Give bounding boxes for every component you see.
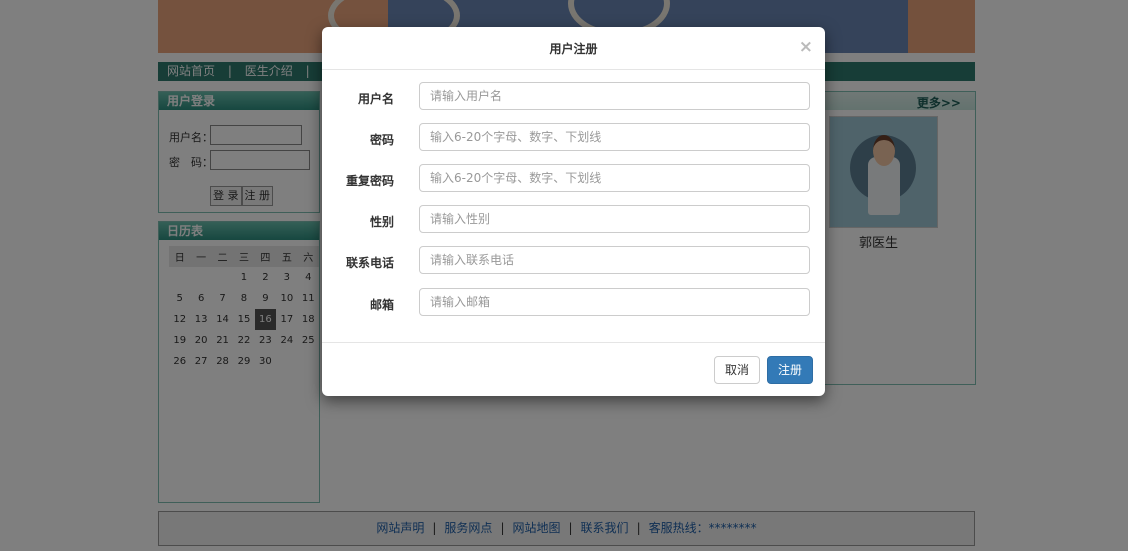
form-row-username: 用户名 [322, 82, 825, 112]
form-row-gender: 性别 [322, 205, 825, 235]
close-icon[interactable]: × [799, 37, 813, 57]
form-row-password: 密码 [322, 123, 825, 153]
form-row-email: 邮箱 [322, 288, 825, 318]
register-modal: 用户注册 × 用户名 密码 重复密码 性别 联系电话 邮箱 取消 注册 [322, 27, 825, 396]
modal-title: 用户注册 [549, 42, 598, 56]
confirm-password-field-label: 重复密码 [345, 174, 394, 188]
gender-field[interactable] [419, 205, 810, 233]
gender-field-label: 性别 [369, 215, 394, 229]
email-field[interactable] [419, 288, 810, 316]
cancel-button[interactable]: 取消 [714, 356, 760, 384]
username-field[interactable] [419, 82, 810, 110]
submit-register-button[interactable]: 注册 [767, 356, 813, 384]
form-row-confirm-password: 重复密码 [322, 164, 825, 194]
password-field[interactable] [419, 123, 810, 151]
phone-field-label: 联系电话 [345, 256, 394, 270]
username-field-label: 用户名 [357, 92, 394, 106]
form-row-phone: 联系电话 [322, 246, 825, 276]
modal-footer [322, 342, 825, 343]
password-field-label: 密码 [369, 133, 394, 147]
email-field-label: 邮箱 [369, 298, 394, 312]
confirm-password-field[interactable] [419, 164, 810, 192]
phone-field[interactable] [419, 246, 810, 274]
modal-header: 用户注册 × [322, 27, 825, 70]
